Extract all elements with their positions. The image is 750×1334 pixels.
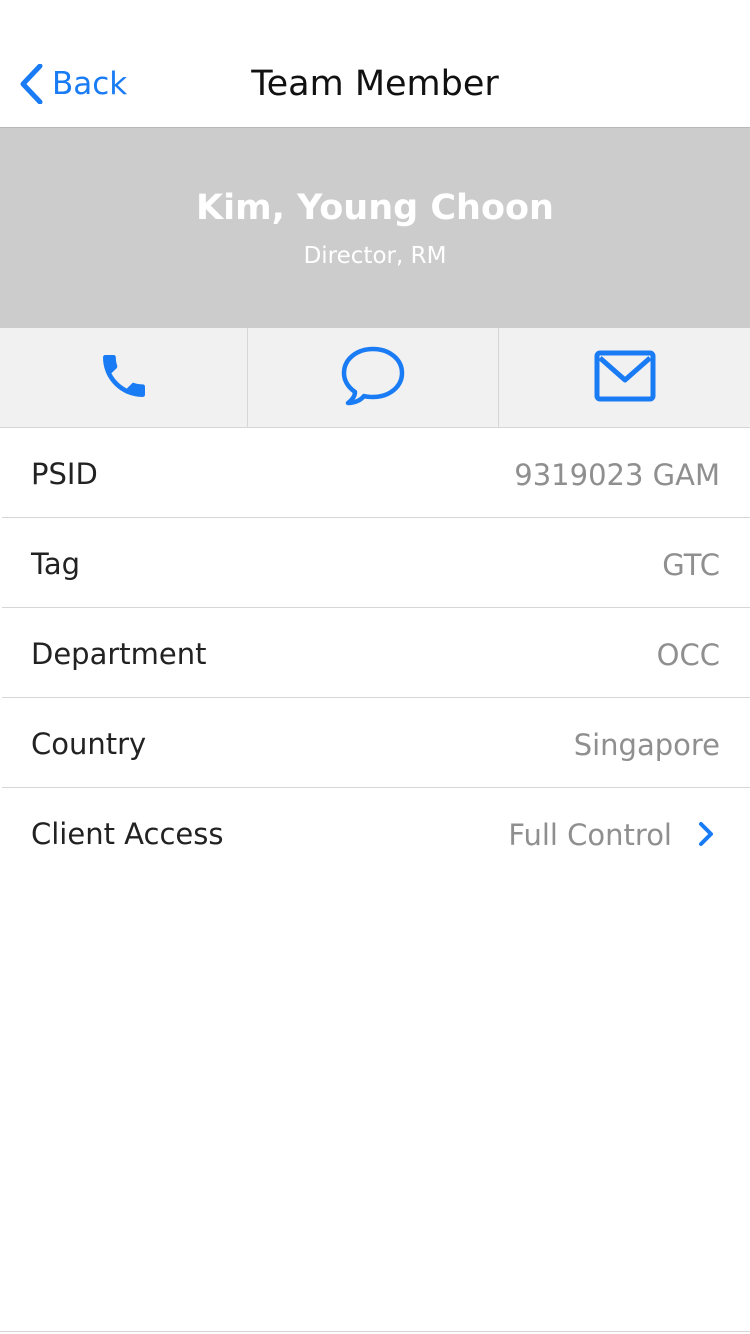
phone-icon — [96, 347, 152, 409]
member-name: Kim, Young Choon — [196, 188, 554, 228]
detail-row-country: Country Singapore — [2, 698, 750, 788]
detail-label: Country — [31, 727, 147, 761]
back-label: Back — [52, 65, 128, 102]
call-button[interactable] — [0, 328, 248, 427]
detail-label: Department — [31, 637, 207, 671]
detail-value: Singapore — [573, 728, 720, 762]
detail-row-client-access[interactable]: Client Access Full Control — [2, 788, 750, 878]
chevron-right-icon — [696, 816, 716, 852]
chevron-left-icon — [18, 64, 44, 104]
detail-label: Tag — [31, 547, 81, 581]
member-role: Director, RM — [303, 243, 447, 269]
detail-label: Client Access — [31, 817, 224, 851]
envelope-icon — [594, 350, 656, 406]
back-button[interactable]: Back — [18, 58, 127, 110]
bottom-divider — [0, 1331, 750, 1332]
chat-bubble-icon — [340, 345, 406, 411]
detail-value: Full Control — [508, 818, 672, 852]
navigation-bar: Back Team Member — [0, 0, 750, 128]
detail-value: GTC — [662, 548, 720, 582]
message-button[interactable] — [248, 328, 499, 427]
contact-action-bar — [0, 328, 750, 428]
detail-row-tag: Tag GTC — [2, 518, 750, 608]
member-details-list: PSID 9319023 GAM Tag GTC Department OCC … — [0, 428, 750, 878]
detail-label: PSID — [31, 457, 98, 491]
email-button[interactable] — [499, 328, 750, 427]
profile-header: Kim, Young Choon Director, RM — [0, 128, 750, 328]
detail-value: OCC — [656, 638, 720, 672]
detail-row-psid: PSID 9319023 GAM — [2, 428, 750, 518]
detail-row-department: Department OCC — [2, 608, 750, 698]
detail-value: 9319023 GAM — [514, 458, 720, 492]
